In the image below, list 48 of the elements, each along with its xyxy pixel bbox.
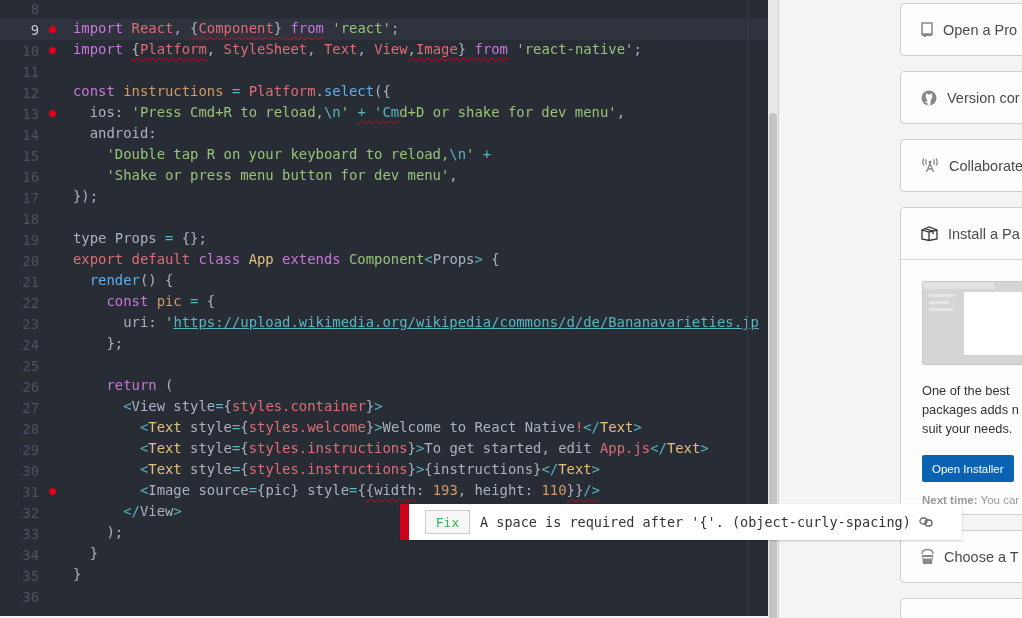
code-line: </View> (122, 502, 182, 521)
code-line: }); (73, 187, 99, 206)
card-title: Install a Pa (948, 225, 1020, 242)
line-number: 9 (29, 21, 39, 38)
code-line: 'Double tap R on your keyboard to reload,\n' + (105, 145, 492, 164)
bucket-icon (921, 548, 934, 565)
lint-message: A space is required after '{'. (object-curly-spacing) (480, 514, 911, 530)
code-line: <View style={styles.container}> (122, 397, 383, 416)
hint-text: Next time: You car (922, 494, 1020, 506)
code-line: <Text style={styles.instructions}>{instructions}</Text> (138, 460, 600, 479)
code-line: const instructions = Platform.select({ (73, 82, 391, 101)
card-title: Choose a T (944, 548, 1019, 565)
code-line: } (88, 544, 99, 563)
description-text: packages adds n (922, 401, 1019, 419)
code-line: export default class App extends Component<Props> { (73, 250, 500, 269)
card-title: Collaborate (949, 157, 1022, 174)
book-icon (921, 22, 933, 37)
code-line: ios: 'Press Cmd+R to reload,\n' + 'Cmd+D or shake for dev menu', (88, 103, 625, 122)
code-line: }; (105, 334, 124, 353)
card-title: Open a Pro (943, 21, 1018, 38)
broadcast-icon (921, 158, 939, 173)
package-icon (921, 226, 938, 241)
code-line: import {Platform, StyleSheet, Text, View,Image} from 'react-native'; (73, 40, 642, 59)
card-header[interactable]: Version cor (901, 72, 1022, 123)
code-line: 'Shake or press menu button for dev menu', (105, 166, 458, 185)
description-text: One of the best (922, 382, 1011, 400)
code-line: <Text style={styles.welcome}>Welcome to React Native!</Text> (138, 418, 642, 437)
description-text: suit your needs. (922, 420, 1014, 438)
card-header[interactable]: Open a Pro (901, 4, 1022, 55)
cat-logo-icon (921, 89, 937, 106)
card-title: Version cor (947, 89, 1020, 106)
code-line: ); (105, 523, 124, 542)
card-header[interactable]: Choose a T (901, 531, 1022, 582)
code-line: const pic = { (105, 292, 216, 311)
code-line: } (73, 565, 82, 584)
error-indicator (400, 504, 409, 540)
code-line: render() { (88, 271, 174, 290)
link-icon[interactable] (918, 517, 933, 527)
code-line: <Image source={pic} style={{width: 193, height: 110}}/> (138, 481, 600, 500)
code-line: android: (88, 124, 157, 143)
code-line: type Props = {}; (73, 229, 207, 248)
card-header[interactable]: Install a Pa (901, 208, 1022, 260)
code-line: uri: 'https://upload.wikimedia.org/wikipedia/commons/d/de/Bananavarieties.jp (122, 313, 759, 332)
open-installer-button[interactable]: Open Installer (922, 455, 1014, 482)
card-header[interactable]: Collaborate (901, 140, 1022, 191)
code-line: return ( (105, 376, 174, 395)
code-line: <Text style={styles.instructions}>To get started, edit App.js</Text> (138, 439, 709, 458)
code-line: import React, {Component} from 'react'; (73, 19, 400, 38)
